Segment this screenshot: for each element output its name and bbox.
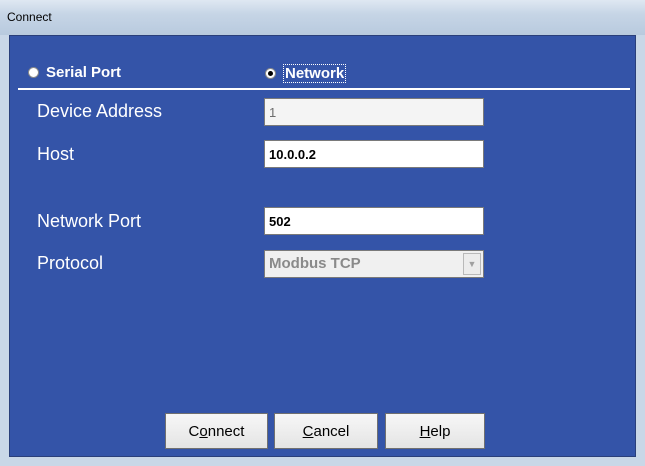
network-radio-icon[interactable] [265,68,276,79]
network-port-field[interactable] [264,207,484,235]
divider [18,88,630,90]
serial-port-radio-icon[interactable] [28,67,39,78]
dropdown-arrow-icon[interactable]: ▼ [463,253,481,275]
dialog-body: Serial Port Network Device Address Host … [9,35,636,457]
device-address-label: Device Address [37,101,163,121]
network-radio[interactable]: Network [265,64,347,83]
protocol-label: Protocol [37,253,104,273]
help-button-label-post: elp [430,422,451,440]
help-button[interactable]: Help [385,413,485,449]
network-port-label: Network Port [37,211,142,231]
protocol-select[interactable]: Modbus TCP ▼ [264,250,484,278]
device-address-field[interactable] [264,98,484,126]
help-button-accelerator: H [419,422,431,440]
connect-button[interactable]: Co nnect [165,413,268,449]
title-bar[interactable]: Connect [0,0,645,35]
cancel-button-label-post: ancel [313,422,350,440]
window-title: Connect [7,10,52,24]
cancel-button-accelerator: C [302,422,314,440]
serial-port-label: Serial Port [46,64,122,81]
connect-button-accelerator: o [199,422,208,440]
cancel-button[interactable]: Cancel [274,413,378,449]
serial-port-radio[interactable]: Serial Port [28,64,121,81]
network-label: Network [283,64,347,83]
connect-button-label-pre: C [188,422,200,440]
host-field[interactable] [264,140,484,168]
host-label: Host [37,144,75,164]
protocol-value: Modbus TCP [269,255,361,272]
connect-dialog: Connect Serial Port Network Device Addre… [0,0,645,466]
connect-button-label-post: nnect [207,422,245,440]
